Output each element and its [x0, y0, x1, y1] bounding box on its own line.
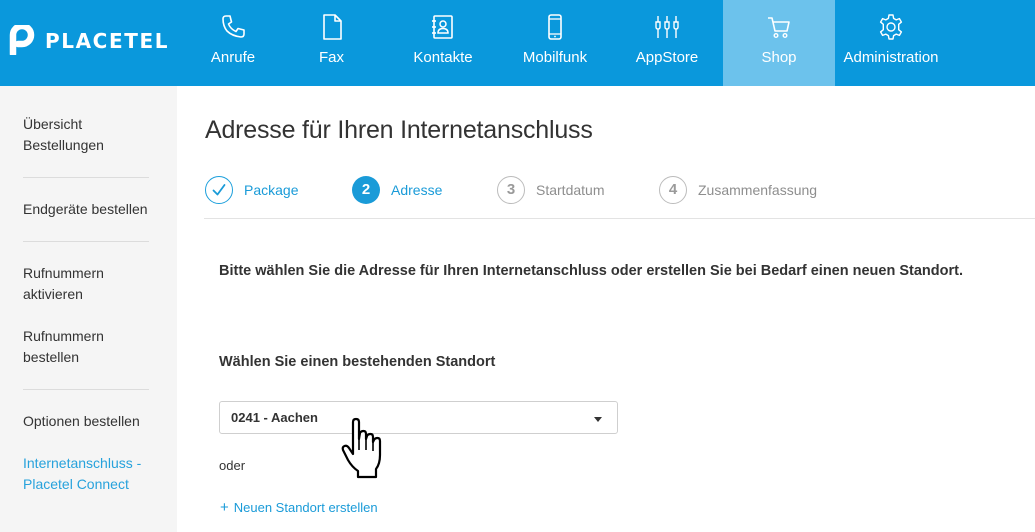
sidebar-item-rufnummern-aktivieren[interactable]: Rufnummern aktivieren [23, 263, 133, 305]
nav-item-kontakte[interactable]: Kontakte [387, 0, 499, 86]
placetel-logo-icon [9, 25, 35, 55]
sidebar-divider [23, 389, 149, 390]
nav-item-label: Anrufe [210, 49, 256, 66]
create-new-location-link[interactable]: + Neuen Standort erstellen [220, 499, 378, 516]
step-number: 4 [659, 175, 687, 204]
nav-item-administration[interactable]: Administration [835, 0, 947, 86]
sidebar-item-endgeraete-bestellen[interactable]: Endgeräte bestellen [23, 199, 163, 220]
nav-item-label: Administration [843, 49, 939, 66]
step-check-icon [205, 175, 233, 204]
nav-item-label: Mobilfunk [522, 49, 588, 66]
hand-pointer-cursor-icon [341, 417, 382, 479]
location-selected-value: 0241 - Aachen [231, 410, 318, 425]
nav-item-appstore[interactable]: AppStore [611, 0, 723, 86]
sidebar-item-rufnummern-bestellen[interactable]: Rufnummern bestellen [23, 326, 133, 368]
sidebar-divider [23, 241, 149, 242]
sidebar-item-uebersicht-bestellungen[interactable]: Übersicht Bestellungen [23, 114, 163, 156]
sidebar-divider [23, 177, 149, 178]
step-package[interactable]: Package [205, 175, 298, 204]
nav-item-label: Shop [761, 49, 797, 66]
plus-icon: + [220, 499, 229, 516]
step-number: 3 [497, 175, 525, 204]
step-adresse: 2 Adresse [352, 175, 442, 204]
plug-icon [655, 16, 679, 38]
mobile-phone-icon [548, 14, 562, 40]
nav-item-shop[interactable]: Shop [723, 0, 835, 86]
step-zusammenfassung: 4 Zusammenfassung [659, 175, 817, 204]
nav-item-label: AppStore [635, 49, 699, 66]
document-icon [322, 14, 342, 40]
phone-icon [222, 15, 245, 38]
location-select[interactable]: 0241 - Aachen [219, 401, 618, 434]
progress-steps: Package 2 Adresse 3 Startdatum 4 Zusamme… [204, 175, 1035, 219]
top-navigation-bar: PLACETEL Anrufe Fax Kontakte Mobilfunk A… [0, 0, 1035, 86]
shopping-cart-icon [768, 17, 790, 39]
location-section-label: Wählen Sie einen bestehenden Standort [219, 354, 496, 370]
step-label: Package [244, 181, 299, 198]
address-book-icon [432, 15, 453, 39]
sidebar: Übersicht Bestellungen Endgeräte bestell… [0, 86, 177, 532]
nav-item-mobilfunk[interactable]: Mobilfunk [499, 0, 611, 86]
chevron-down-icon [594, 417, 602, 422]
step-startdatum: 3 Startdatum [497, 175, 604, 204]
step-label: Adresse [391, 181, 443, 198]
step-label: Zusammenfassung [698, 181, 818, 198]
create-new-location-label: Neuen Standort erstellen [233, 500, 378, 515]
nav-item-label: Fax [318, 49, 344, 66]
brand-name: PLACETEL [45, 29, 170, 53]
nav-item-fax[interactable]: Fax [276, 0, 387, 86]
nav-item-anrufe[interactable]: Anrufe [190, 0, 276, 86]
main-nav: Anrufe Fax Kontakte Mobilfunk AppStore S… [190, 0, 947, 86]
sidebar-item-internetanschluss[interactable]: Internetanschluss - Placetel Connect [23, 453, 153, 495]
placetel-logo[interactable]: PLACETEL [8, 24, 169, 56]
sidebar-item-optionen-bestellen[interactable]: Optionen bestellen [23, 411, 163, 432]
gear-icon [879, 14, 903, 40]
or-separator: oder [219, 458, 246, 473]
step-number: 2 [352, 175, 380, 204]
step-label: Startdatum [536, 181, 605, 198]
page-title: Adresse für Ihren Internetanschluss [205, 116, 593, 144]
intro-text: Bitte wählen Sie die Adresse für Ihren I… [219, 263, 963, 279]
nav-item-label: Kontakte [413, 49, 473, 66]
